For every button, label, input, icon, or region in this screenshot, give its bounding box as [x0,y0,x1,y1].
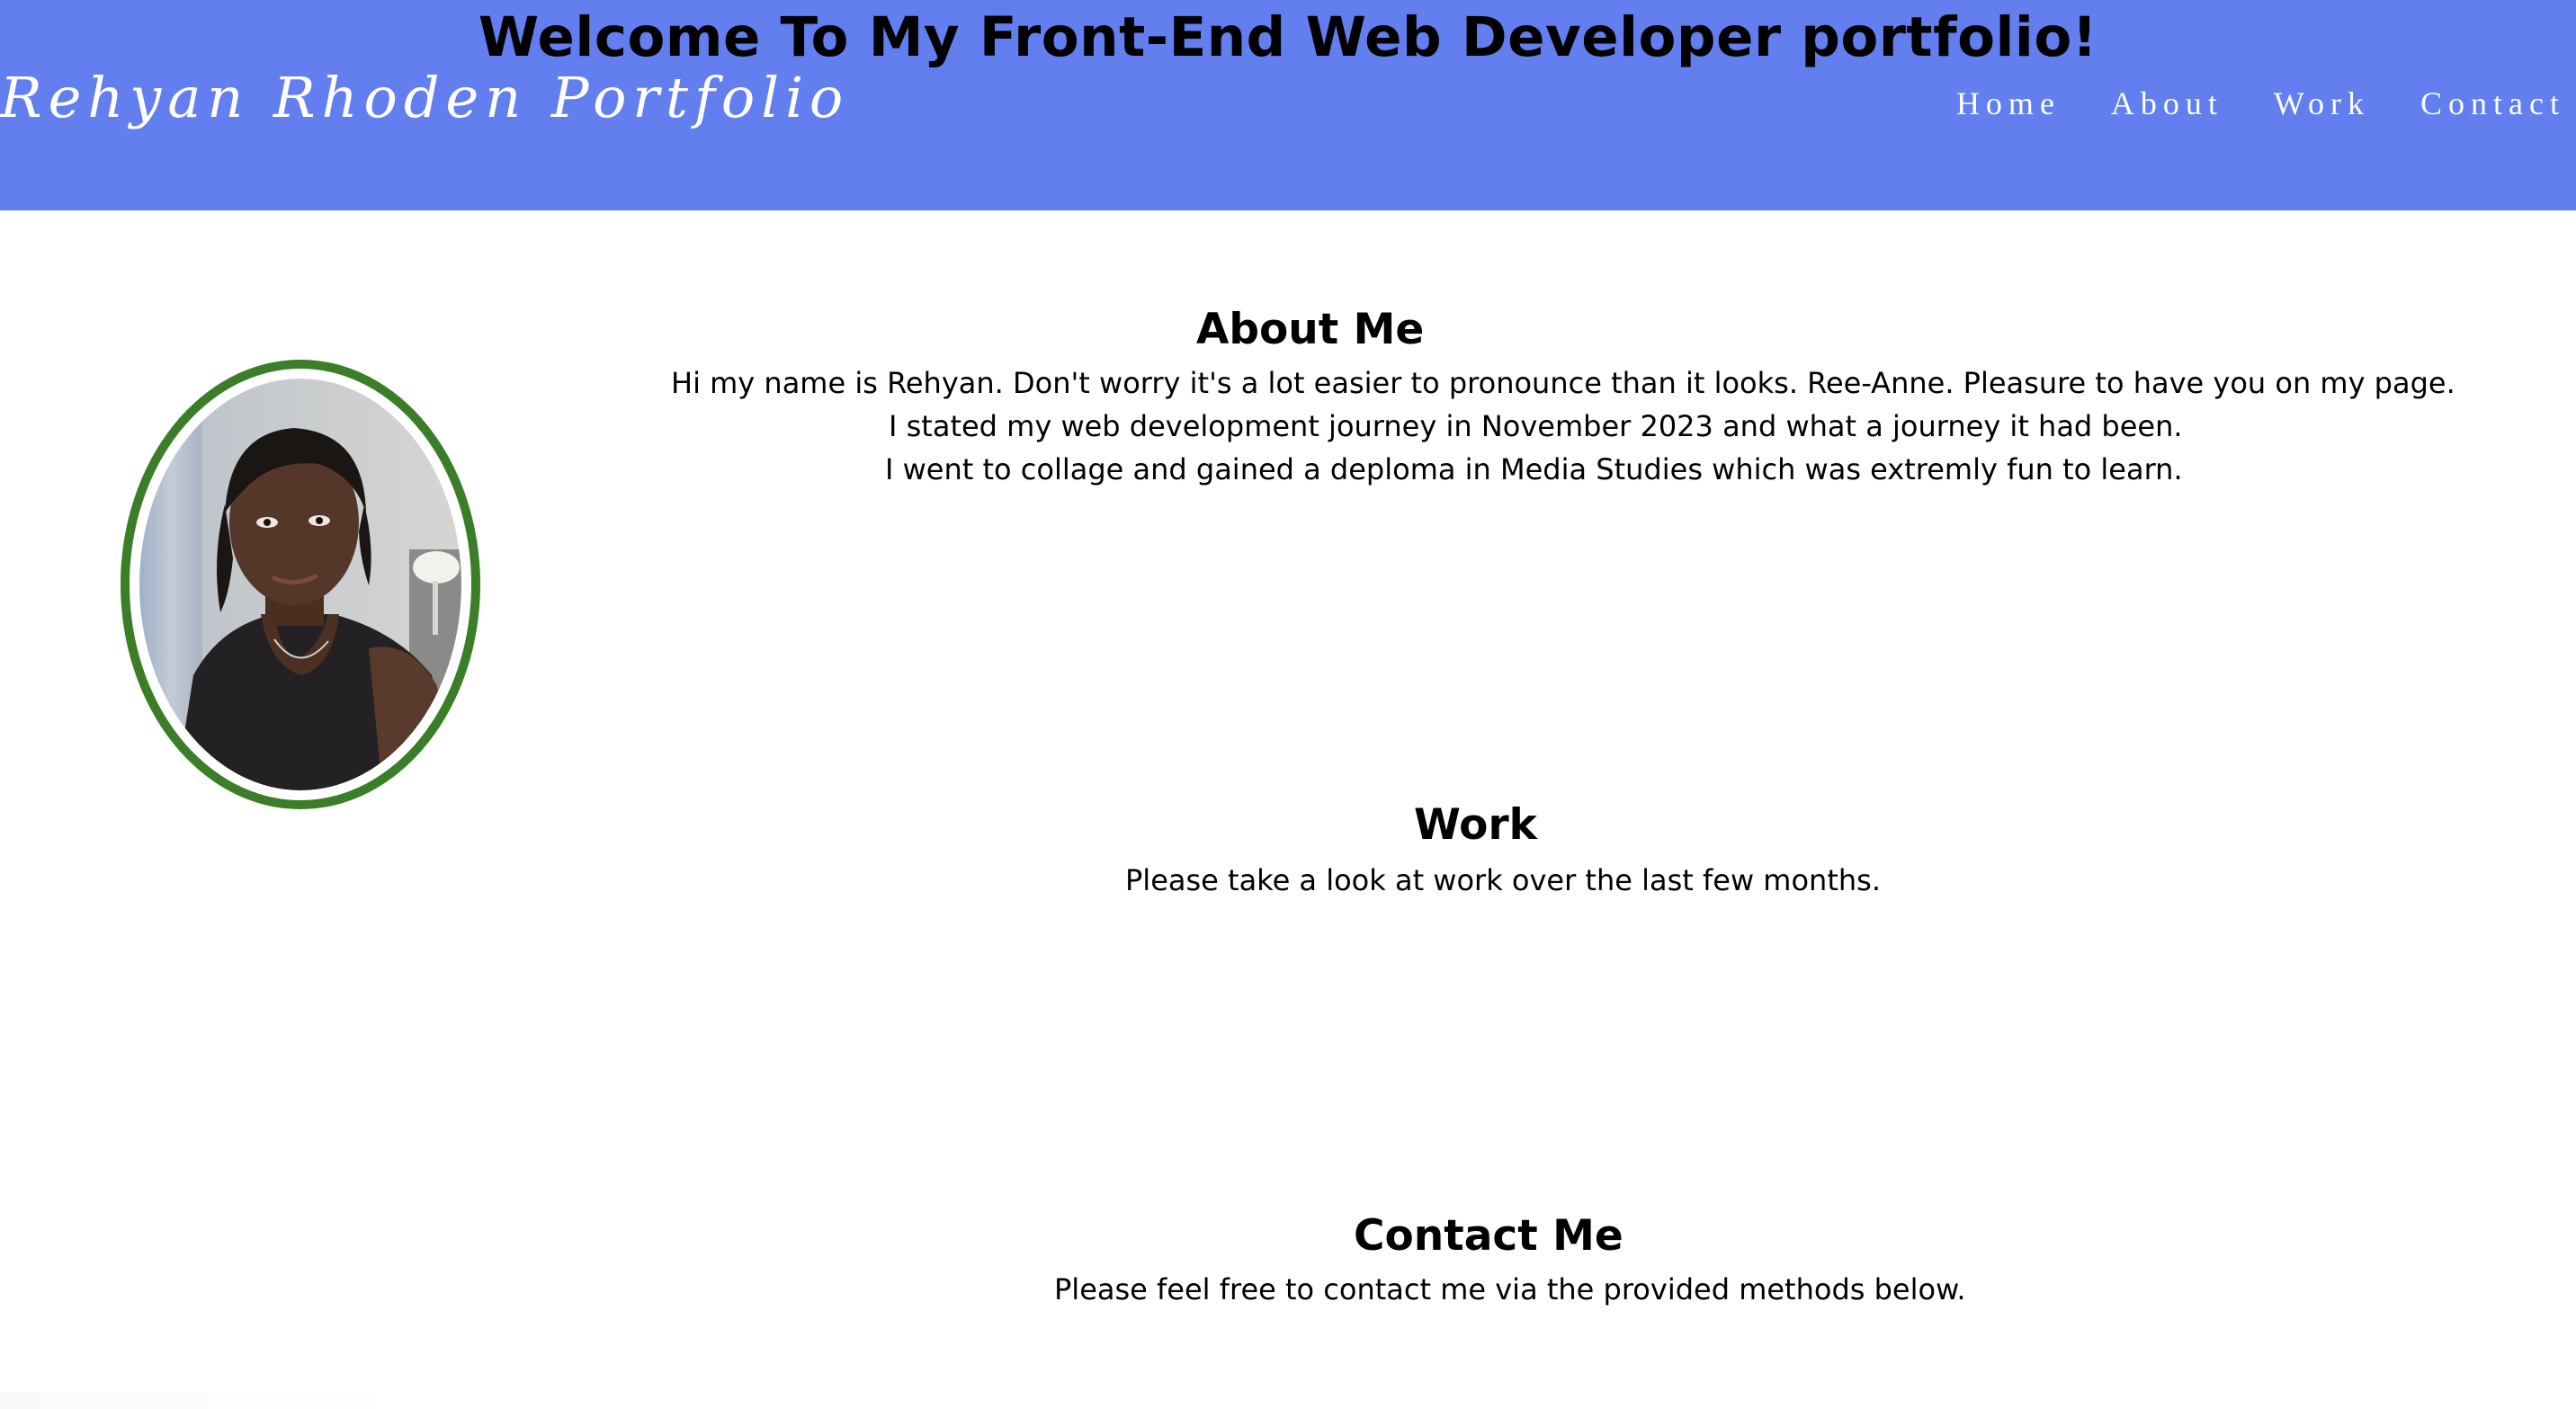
nav-link-work[interactable]: Work [2274,80,2370,127]
about-heading: About Me [1196,305,1425,354]
work-description: Please take a look at work over the last… [1125,863,1881,897]
about-line-1: Hi my name is Rehyan. Don't worry it's a… [671,366,2455,400]
about-line-2: I stated my web development journey in N… [889,409,2183,443]
nav-link-contact[interactable]: Contact [2420,80,2565,127]
nav-link-about[interactable]: About [2111,80,2223,127]
main-nav: Home About Work Contact [1956,80,2565,127]
work-heading: Work [1414,800,1537,850]
profile-photo-frame [121,360,480,809]
contact-description: Please feel free to contact me via the p… [1054,1272,1966,1306]
contact-heading: Contact Me [1354,1211,1623,1261]
site-header: Welcome To My Front-End Web Developer po… [0,0,2576,210]
footer-edge [0,1392,414,1409]
profile-photo [139,379,461,790]
about-line-3: I went to collage and gained a deploma i… [885,452,2183,486]
nav-link-home[interactable]: Home [1956,80,2061,127]
brand-name[interactable]: Rehyan Rhoden Portfolio [0,61,849,135]
